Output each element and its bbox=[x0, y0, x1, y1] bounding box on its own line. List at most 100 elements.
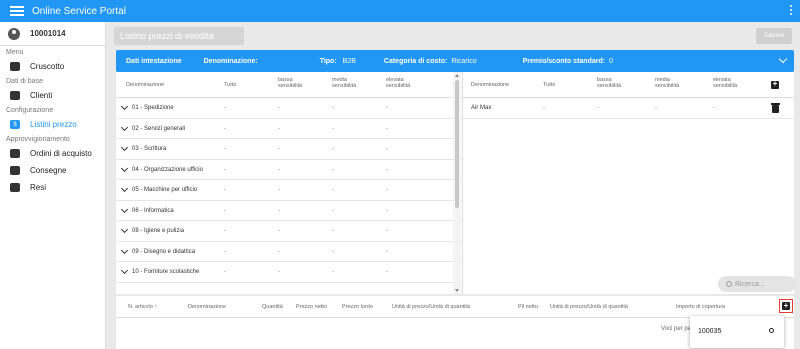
header-prezzo-lordo[interactable]: Prezzo lordo bbox=[342, 304, 373, 310]
chevron-down-icon[interactable] bbox=[120, 164, 129, 172]
category-row[interactable]: 06 - Informatica - - - - bbox=[116, 201, 462, 221]
sidebar-item-resi[interactable]: Resi bbox=[0, 179, 105, 196]
article-search-input[interactable]: 100035 bbox=[698, 328, 721, 335]
save-button[interactable]: Salvare bbox=[756, 28, 792, 44]
scroll-down-icon[interactable] bbox=[455, 289, 459, 292]
category-row[interactable]: 08 - Igiene e pulizia - - - - bbox=[116, 221, 462, 242]
header-elevata[interactable]: elevata sensibilità bbox=[713, 77, 747, 89]
search-input[interactable]: Ricerca... bbox=[718, 276, 796, 292]
user-avatar-icon bbox=[8, 27, 20, 40]
sidebar-item-listini-prezzo[interactable]: $ Listini prezzo bbox=[0, 116, 105, 133]
header-pil-netto[interactable]: Pil netto bbox=[518, 304, 538, 310]
cell-value: - bbox=[278, 125, 280, 132]
cell-value: - bbox=[332, 105, 334, 111]
sidebar: 10001014 Menu Cruscotto Dati di base Cli… bbox=[0, 22, 106, 349]
denominazione-label: Denominazione: bbox=[203, 57, 258, 65]
table-row[interactable]: Air Max - - - - bbox=[463, 98, 794, 119]
user-id: 10001014 bbox=[30, 29, 66, 38]
category-row[interactable]: 02 - Servizi generali - - - - bbox=[116, 119, 462, 139]
chevron-down-icon[interactable] bbox=[120, 184, 129, 193]
header-bassa[interactable]: bassa sensibilità bbox=[278, 77, 312, 89]
cell-value: - bbox=[224, 248, 226, 255]
section-label-dati-di-base: Dati di base bbox=[6, 78, 43, 85]
user-row[interactable]: 10001014 bbox=[0, 22, 105, 46]
add-article-button[interactable]: + bbox=[779, 299, 793, 313]
category-row[interactable]: 03 - Scrittura - - - - bbox=[116, 139, 462, 160]
category-name: 05 - Macchine per ufficio bbox=[132, 187, 198, 193]
sidebar-item-label: Resi bbox=[30, 183, 47, 192]
category-name: 10 - Forniture scolastiche bbox=[132, 269, 200, 275]
scrollbar-thumb[interactable] bbox=[455, 80, 459, 208]
sidebar-item-ordini-di-acquisto[interactable]: Ordini di acquisto bbox=[0, 145, 105, 162]
chevron-down-icon[interactable] bbox=[120, 123, 129, 131]
box-icon bbox=[10, 149, 20, 158]
category-row[interactable]: 01 - Spedizione - - - - bbox=[116, 98, 462, 119]
truck-icon bbox=[10, 183, 20, 192]
header-tutto[interactable]: Tutto bbox=[543, 82, 555, 88]
chevron-down-icon[interactable] bbox=[120, 205, 129, 213]
cell-value: - bbox=[386, 228, 388, 234]
app-bar: Online Service Portal bbox=[0, 0, 800, 22]
more-options-icon[interactable] bbox=[790, 5, 792, 15]
search-icon[interactable] bbox=[769, 328, 774, 333]
header-quantita[interactable]: Quantità bbox=[262, 304, 283, 310]
header-data-bar[interactable]: Dati intestazione Denominazione: Tipo: B… bbox=[116, 50, 794, 72]
header-data-label: Dati intestazione bbox=[126, 57, 182, 65]
header-tutto[interactable]: Tutto bbox=[224, 82, 236, 88]
header-media[interactable]: media sensibilità bbox=[655, 77, 689, 89]
sort-ascending-icon[interactable]: ↑ bbox=[154, 304, 157, 310]
add-icon: + bbox=[782, 301, 790, 310]
header-n-articolo[interactable]: N. articolo ↑ bbox=[128, 304, 157, 310]
chevron-down-icon[interactable] bbox=[120, 246, 129, 254]
search-icon bbox=[726, 281, 732, 287]
cell-value: - bbox=[278, 269, 280, 275]
cell-value: - bbox=[655, 105, 657, 111]
header-unita-prezzo-2[interactable]: Unità di prezzo/Unità di quantità bbox=[550, 304, 628, 310]
header-denominazione[interactable]: Denominazione bbox=[188, 304, 226, 310]
category-row[interactable]: 05 - Macchine per ufficio - - - - bbox=[116, 180, 462, 201]
hamburger-menu-icon[interactable] bbox=[10, 6, 24, 16]
header-unita-prezzo[interactable]: Unità di prezzo/Unità di quantità bbox=[392, 304, 470, 310]
header-media[interactable]: media sensibilità bbox=[332, 77, 366, 89]
chevron-down-icon[interactable] bbox=[120, 266, 129, 275]
sidebar-item-cruscotto[interactable]: Cruscotto bbox=[0, 58, 105, 75]
add-icon[interactable]: + bbox=[771, 80, 779, 89]
scroll-up-icon[interactable] bbox=[455, 74, 459, 77]
header-prezzo-netto[interactable]: Prezzo netto bbox=[296, 304, 327, 310]
cell-value: - bbox=[224, 228, 226, 234]
category-row[interactable]: 10 - Forniture scolastiche - - - - bbox=[116, 262, 462, 283]
sidebar-item-label: Cruscotto bbox=[30, 62, 65, 71]
cell-value: - bbox=[386, 207, 388, 214]
article-search-popup[interactable]: 100035 bbox=[690, 316, 784, 348]
category-row[interactable]: 04 - Organizzazione ufficio - - - - bbox=[116, 160, 462, 180]
chevron-down-icon[interactable] bbox=[120, 143, 129, 152]
cell-value: - bbox=[224, 105, 226, 111]
chevron-down-icon[interactable] bbox=[778, 54, 788, 64]
cell-value: - bbox=[278, 228, 280, 234]
trash-icon[interactable] bbox=[771, 103, 780, 113]
header-bassa[interactable]: bassa sensibilità bbox=[597, 77, 631, 89]
header-denominazione[interactable]: Denominazione bbox=[126, 82, 164, 88]
cell-value: - bbox=[224, 207, 226, 214]
dashboard-icon bbox=[10, 62, 20, 71]
cell-value: - bbox=[332, 146, 334, 152]
sidebar-item-consegne[interactable]: Consegne bbox=[0, 162, 105, 179]
category-row[interactable]: 09 - Disegno e didattica - - - - bbox=[116, 242, 462, 262]
cell-value: - bbox=[386, 269, 388, 275]
main-content: Listino prezzi di vendita Salvare Dati i… bbox=[106, 22, 800, 349]
header-elevata[interactable]: elevata sensibilità bbox=[386, 77, 420, 89]
section-label-approvvigionamento: Approvvigionamento bbox=[6, 136, 70, 143]
premio-value: 0 bbox=[609, 57, 613, 65]
cell-value: - bbox=[713, 105, 715, 111]
table-header: N. articolo ↑ Denominazione Quantità Pre… bbox=[116, 296, 794, 318]
vertical-scrollbar[interactable] bbox=[453, 72, 461, 294]
cell-value: - bbox=[278, 248, 280, 255]
sidebar-item-clienti[interactable]: Clienti bbox=[0, 87, 105, 104]
chevron-down-icon[interactable] bbox=[120, 102, 129, 111]
cell-value: - bbox=[597, 105, 599, 111]
header-importo-copertura[interactable]: Importo di copertura bbox=[676, 304, 725, 310]
categoria-value: Ricarico bbox=[451, 57, 477, 65]
chevron-down-icon[interactable] bbox=[120, 225, 129, 234]
cell-value: - bbox=[278, 187, 280, 193]
header-denominazione[interactable]: Denominazione bbox=[471, 82, 509, 88]
